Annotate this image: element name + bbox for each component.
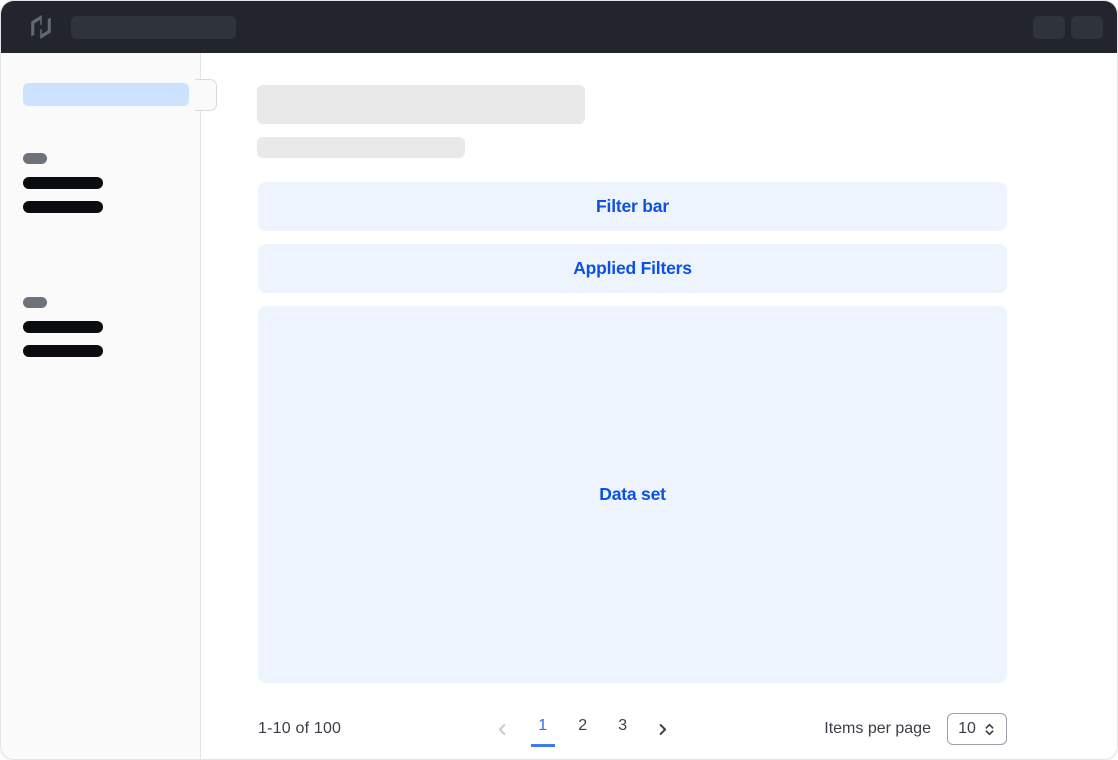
caret-sort-icon	[983, 723, 996, 736]
page-button-2[interactable]: 2	[571, 711, 595, 747]
items-per-page-select[interactable]: 10	[947, 713, 1007, 745]
pagination-range-text: 1-10 of 100	[258, 720, 341, 738]
page-button-3[interactable]: 3	[611, 711, 635, 747]
header-button-placeholder-2[interactable]	[1071, 16, 1103, 39]
chevron-right-icon[interactable]	[651, 717, 675, 741]
sidebar-link-placeholder-1[interactable]	[23, 177, 103, 189]
header-button-placeholder-1[interactable]	[1033, 16, 1065, 39]
items-per-page-label: Items per page	[824, 720, 931, 738]
sidebar-section-label-placeholder-1	[23, 153, 47, 164]
app-window: Filter bar Applied Filters Data set 1-10…	[0, 0, 1118, 760]
sidebar-link-placeholder-2[interactable]	[23, 201, 103, 213]
search-input-placeholder[interactable]	[71, 16, 236, 39]
data-set-region: Data set	[258, 306, 1007, 683]
page-button-1[interactable]: 1	[531, 711, 555, 747]
items-per-page-value: 10	[958, 720, 976, 738]
sidebar-section-label-placeholder-2	[23, 297, 47, 308]
applied-filters-region: Applied Filters	[258, 244, 1007, 293]
chevron-left-icon[interactable]	[491, 717, 515, 741]
pagination-bar: 1-10 of 100 1 2 3 Items per page 10	[258, 711, 1007, 747]
main-content: Filter bar Applied Filters Data set 1-10…	[202, 53, 1117, 759]
hashicorp-logo-icon	[29, 15, 53, 39]
sidebar	[1, 53, 201, 759]
pager: 1 2 3	[491, 711, 675, 747]
sidebar-link-placeholder-4[interactable]	[23, 345, 103, 357]
app-header	[1, 1, 1117, 53]
applied-filters-label: Applied Filters	[573, 258, 692, 279]
filter-bar-label: Filter bar	[596, 196, 669, 217]
sidebar-link-placeholder-3[interactable]	[23, 321, 103, 333]
page-title-placeholder	[257, 85, 585, 124]
page-subtitle-placeholder	[257, 137, 465, 158]
data-set-label: Data set	[599, 484, 666, 505]
sidebar-collapse-handle[interactable]	[195, 79, 217, 111]
filter-bar-region: Filter bar	[258, 182, 1007, 231]
items-per-page-control: Items per page 10	[824, 713, 1007, 745]
sidebar-active-item-placeholder[interactable]	[23, 83, 189, 106]
